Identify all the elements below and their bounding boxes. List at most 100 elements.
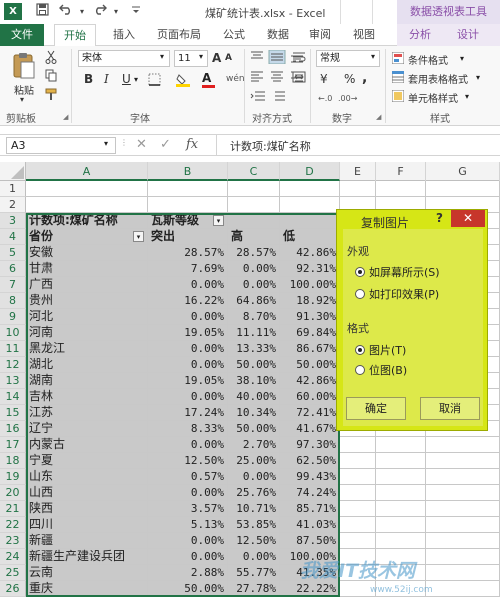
pivot-row-label[interactable]: 河北	[26, 309, 148, 325]
tab-design[interactable]: 设计	[452, 24, 484, 46]
cell[interactable]	[280, 213, 340, 229]
pivot-row-label[interactable]: 重庆	[26, 581, 148, 597]
pivot-value[interactable]: 8.33%	[148, 421, 228, 437]
pivot-value[interactable]: 100.00%	[280, 277, 340, 293]
pivot-value[interactable]: 3.57%	[148, 501, 228, 517]
enter-icon[interactable]: ✓	[160, 137, 171, 152]
pivot-row-label[interactable]: 江苏	[26, 405, 148, 421]
pivot-row-label[interactable]: 四川	[26, 517, 148, 533]
pivot-value[interactable]: 22.22%	[280, 581, 340, 597]
cell[interactable]	[340, 533, 376, 549]
pivot-value[interactable]: 18.92%	[280, 293, 340, 309]
pivot-value[interactable]: 0.00%	[148, 485, 228, 501]
cell[interactable]	[426, 533, 500, 549]
currency-button[interactable]: ¥	[320, 72, 328, 86]
pivot-row-label[interactable]: 湖北	[26, 357, 148, 373]
pivot-value[interactable]: 12.50%	[228, 533, 280, 549]
row-header[interactable]: 24	[0, 549, 26, 565]
cancel-icon[interactable]: ✕	[136, 137, 147, 152]
row-header[interactable]: 3	[0, 213, 26, 229]
merge-center-icon[interactable]	[292, 70, 306, 87]
pivot-row-label[interactable]: 河南	[26, 325, 148, 341]
cell[interactable]	[228, 197, 280, 213]
pivot-value[interactable]: 38.10%	[228, 373, 280, 389]
pivot-value[interactable]: 50.00%	[228, 421, 280, 437]
comma-button[interactable]: ,	[362, 70, 367, 86]
cell[interactable]	[280, 181, 340, 197]
phonetic-button[interactable]: wén	[226, 74, 245, 84]
pivot-value[interactable]: 0.00%	[228, 277, 280, 293]
column-header-d[interactable]: D	[280, 162, 340, 181]
number-launcher-icon[interactable]: ◢	[376, 113, 381, 121]
column-filter-dropdown-icon[interactable]: ▾	[213, 215, 224, 226]
cell[interactable]	[426, 181, 500, 197]
cell[interactable]	[426, 549, 500, 565]
pivot-value[interactable]: 17.24%	[148, 405, 228, 421]
pivot-value[interactable]: 7.69%	[148, 261, 228, 277]
cell-style-icon[interactable]	[391, 89, 405, 105]
picture-label[interactable]: 图片(T)	[369, 342, 406, 358]
grow-font-button[interactable]: A	[212, 51, 221, 65]
cell[interactable]	[426, 581, 500, 597]
tab-review[interactable]: 审阅	[304, 24, 336, 46]
pivot-value[interactable]: 53.85%	[228, 517, 280, 533]
pivot-value[interactable]: 13.33%	[228, 341, 280, 357]
number-format-dropdown-icon[interactable]: ▾	[371, 52, 375, 61]
bitmap-radio[interactable]	[355, 365, 365, 375]
pivot-value[interactable]: 92.31%	[280, 261, 340, 277]
cell[interactable]	[340, 181, 376, 197]
cell[interactable]	[426, 517, 500, 533]
cut-icon[interactable]	[44, 50, 58, 64]
cell[interactable]	[26, 197, 148, 213]
as-printed-label[interactable]: 如打印效果(P)	[369, 286, 439, 302]
row-header[interactable]: 17	[0, 437, 26, 453]
row-header[interactable]: 14	[0, 389, 26, 405]
save-icon[interactable]	[34, 3, 50, 20]
as-on-screen-radio[interactable]	[355, 267, 365, 277]
row-header[interactable]: 18	[0, 453, 26, 469]
pivot-value[interactable]: 5.13%	[148, 517, 228, 533]
cell[interactable]	[376, 469, 426, 485]
paste-icon[interactable]	[12, 52, 36, 80]
row-header[interactable]: 4	[0, 229, 26, 245]
cell[interactable]	[426, 453, 500, 469]
pivot-value[interactable]: 87.50%	[280, 533, 340, 549]
row-header[interactable]: 25	[0, 565, 26, 581]
pivot-value[interactable]: 12.50%	[148, 453, 228, 469]
cell[interactable]	[426, 485, 500, 501]
as-printed-radio[interactable]	[355, 289, 365, 299]
tab-home[interactable]: 开始	[54, 24, 96, 47]
bold-button[interactable]: B	[84, 72, 93, 86]
pivot-value[interactable]: 50.00%	[228, 357, 280, 373]
pivot-value[interactable]: 42.86%	[280, 373, 340, 389]
pivot-value[interactable]: 25.00%	[228, 453, 280, 469]
pivot-row-label[interactable]: 山东	[26, 469, 148, 485]
underline-dropdown-icon[interactable]: ▾	[134, 75, 138, 84]
cell[interactable]	[340, 437, 376, 453]
tab-file[interactable]: 文件	[0, 24, 44, 46]
bitmap-label[interactable]: 位图(B)	[369, 362, 407, 378]
shrink-font-button[interactable]: A	[225, 53, 232, 63]
italic-button[interactable]: I	[104, 72, 109, 86]
redo-dropdown-icon[interactable]: ▾	[108, 3, 124, 20]
pivot-value[interactable]: 0.00%	[228, 469, 280, 485]
pivot-value[interactable]: 11.11%	[228, 325, 280, 341]
pivot-value[interactable]: 10.34%	[228, 405, 280, 421]
cell[interactable]	[340, 501, 376, 517]
pivot-value[interactable]: 74.24%	[280, 485, 340, 501]
pivot-row-label[interactable]: 甘肃	[26, 261, 148, 277]
insert-function-icon[interactable]: fx	[186, 137, 198, 152]
pivot-column-header[interactable]: 高	[228, 229, 280, 245]
pivot-value[interactable]: 0.00%	[148, 389, 228, 405]
row-header[interactable]: 6	[0, 261, 26, 277]
percent-button[interactable]: %	[344, 72, 355, 86]
cell[interactable]	[280, 197, 340, 213]
row-header[interactable]: 16	[0, 421, 26, 437]
font-dropdown-icon[interactable]: ▾	[160, 52, 164, 61]
table-dropdown-icon[interactable]: ▾	[476, 73, 480, 82]
namebox-dropdown-icon[interactable]: ▾	[104, 139, 108, 148]
pivot-row-field[interactable]: 省份	[26, 229, 148, 245]
cell[interactable]	[340, 453, 376, 469]
column-header-e[interactable]: E	[340, 162, 376, 181]
pivot-row-label[interactable]: 新疆	[26, 533, 148, 549]
